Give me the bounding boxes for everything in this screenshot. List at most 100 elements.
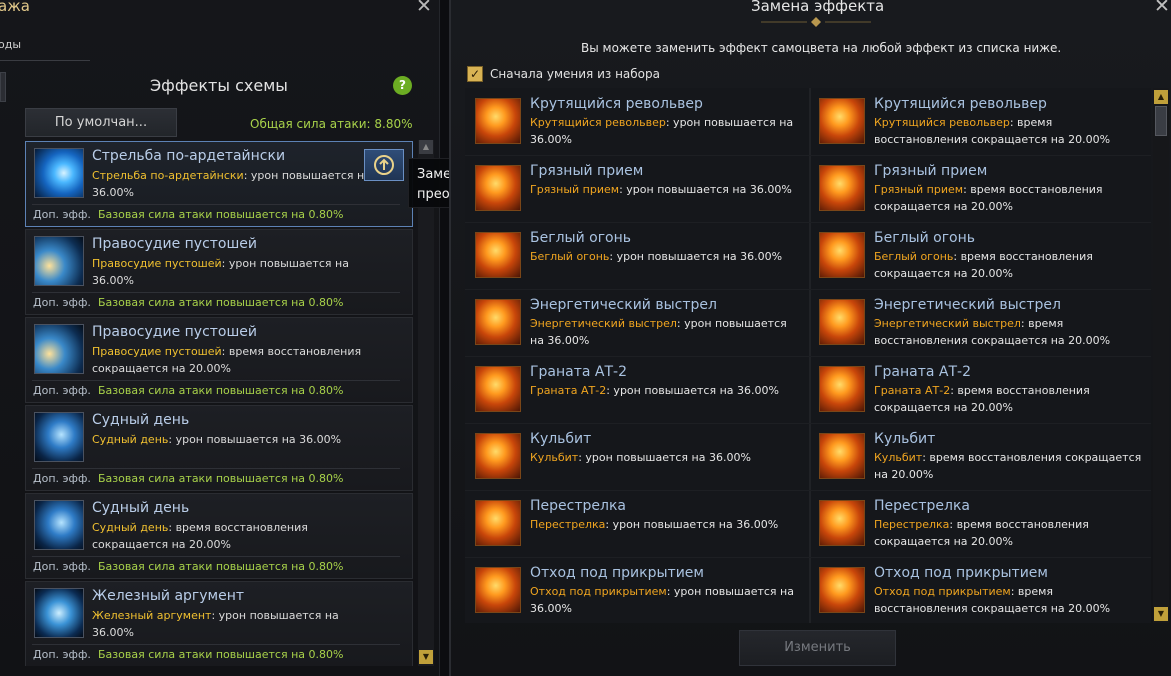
scroll-down-icon[interactable]: ▼ — [419, 650, 433, 664]
extra-effect-value: Базовая сила атаки повышается на 0.80% — [98, 472, 344, 485]
set-skills-first-checkbox[interactable]: ✓ Сначала умения из набора — [467, 66, 660, 82]
extra-effect-label: Доп. эфф. — [33, 208, 91, 221]
option-name: Кульбит — [874, 431, 936, 447]
scroll-down-icon[interactable]: ▼ — [1154, 607, 1168, 621]
scheme-effects-title: Эффекты схемы — [150, 76, 288, 95]
option-skill-name: Энергетический выстрел — [530, 317, 677, 330]
option-description: Кульбит: время восстановления сокращаетс… — [874, 449, 1146, 483]
effect-card[interactable]: Правосудие пустошей Правосудие пустошей:… — [25, 229, 413, 315]
option-name: Беглый огонь — [530, 230, 632, 246]
covered-retreat-skill-icon — [475, 567, 521, 613]
close-icon[interactable]: ✕ — [1154, 0, 1170, 17]
effect-card[interactable]: Стрельба по-ардетайнски Стрельба по-арде… — [25, 141, 413, 227]
effect-option[interactable]: Перестрелка Перестрелка: время восстанов… — [809, 490, 1149, 556]
help-icon[interactable]: ? — [393, 76, 412, 95]
option-skill-name: Кульбит — [530, 451, 579, 464]
effect-option[interactable]: Беглый огонь Беглый огонь: время восстан… — [809, 222, 1149, 288]
option-skill-name: Перестрелка — [874, 518, 950, 531]
default-preset-button[interactable]: По умолчан... — [25, 108, 177, 137]
effect-description: Судный день: время восстановления сокращ… — [92, 519, 372, 553]
close-icon[interactable]: ✕ — [416, 0, 432, 17]
tab-label[interactable]: оды — [0, 38, 21, 51]
effect-option[interactable]: Грязный прием Грязный прием: урон повыша… — [465, 155, 805, 221]
skill-icon — [34, 588, 84, 638]
effect-card[interactable]: Судный день Судный день: урон повышается… — [25, 405, 413, 491]
grenade-skill-icon — [819, 366, 865, 412]
option-name: Перестрелка — [530, 498, 626, 514]
effect-description: Правосудие пустошей: время восстановлени… — [92, 343, 372, 377]
effect-option[interactable]: Отход под прикрытием Отход под прикрытие… — [809, 557, 1149, 623]
skill-icon — [34, 148, 84, 198]
effect-skill-name: Правосудие пустошей — [92, 345, 222, 358]
effect-option[interactable]: Энергетический выстрел Энергетический вы… — [465, 289, 805, 355]
effect-option[interactable]: Перестрелка Перестрелка: урон повышается… — [465, 490, 805, 556]
effect-name: Правосудие пустошей — [92, 236, 258, 252]
option-skill-name: Перестрелка — [530, 518, 606, 531]
somersault-skill-icon — [475, 433, 521, 479]
effect-card[interactable]: Железный аргумент Железный аргумент: уро… — [25, 581, 413, 666]
checkbox-label: Сначала умения из набора — [490, 67, 660, 81]
effect-option[interactable]: Кульбит Кульбит: урон повышается на 36.0… — [465, 423, 805, 489]
effect-description: Судный день: урон повышается на 36.00% — [92, 431, 372, 448]
checkmark-icon[interactable]: ✓ — [467, 66, 483, 82]
effect-option[interactable]: Отход под прикрытием Отход под прикрытие… — [465, 557, 805, 623]
quick-fire-skill-icon — [475, 232, 521, 278]
effect-option[interactable]: Крутящийся револьвер Крутящийся револьве… — [809, 88, 1149, 154]
effect-option[interactable]: Энергетический выстрел Энергетический вы… — [809, 289, 1149, 355]
apply-change-button[interactable]: Изменить — [739, 630, 896, 666]
effect-name: Судный день — [92, 500, 190, 516]
effect-skill-name: Железный аргумент — [92, 609, 212, 622]
dirty-trick-skill-icon — [819, 165, 865, 211]
skill-icon — [34, 236, 84, 286]
option-description: Перестрелка: время восстановления сокращ… — [874, 516, 1146, 550]
option-description: Энергетический выстрел: урон повышается … — [530, 315, 802, 349]
option-name: Отход под прикрытием — [874, 565, 1048, 581]
extra-effect-label: Доп. эфф. — [33, 472, 91, 485]
option-name: Энергетический выстрел — [874, 297, 1061, 313]
option-name: Энергетический выстрел — [530, 297, 717, 313]
divider — [32, 644, 400, 645]
effect-option[interactable]: Крутящийся револьвер Крутящийся револьве… — [465, 88, 805, 154]
option-description: Крутящийся револьвер: время восстановлен… — [874, 114, 1146, 148]
option-skill-name: Граната АТ-2 — [874, 384, 951, 397]
effect-option[interactable]: Кульбит Кульбит: время восстановления со… — [809, 423, 1149, 489]
effect-card[interactable]: Правосудие пустошей Правосудие пустошей:… — [25, 317, 413, 403]
effect-card[interactable]: Судный день Судный день: время восстанов… — [25, 493, 413, 579]
option-skill-name: Грязный прием — [874, 183, 964, 196]
scroll-up-icon[interactable]: ▲ — [419, 140, 433, 154]
effect-option[interactable]: Граната АТ-2 Граната АТ-2: время восстан… — [809, 356, 1149, 422]
option-description: Беглый огонь: урон повышается на 36.00% — [530, 248, 802, 265]
side-tab-stub[interactable] — [0, 72, 6, 102]
effect-description: Железный аргумент: урон повышается на 36… — [92, 607, 372, 641]
scrollbar[interactable]: ▲ ▼ — [418, 140, 434, 666]
scrollbar[interactable]: ▲ ▼ — [1153, 88, 1169, 623]
option-skill-name: Беглый огонь — [530, 250, 610, 263]
revolver-skill-icon — [819, 98, 865, 144]
option-description: Перестрелка: урон повышается на 36.00% — [530, 516, 802, 533]
effect-description: Стрельба по-ардетайнски: урон повышается… — [92, 167, 372, 201]
effect-text: : урон повышается на 36.00% — [168, 433, 342, 446]
option-description: Беглый огонь: время восстановления сокра… — [874, 248, 1146, 282]
extra-effect-value: Базовая сила атаки повышается на 0.80% — [98, 648, 344, 661]
effect-option[interactable]: Граната АТ-2 Граната АТ-2: урон повышает… — [465, 356, 805, 422]
option-text: : урон повышается на 36.00% — [606, 384, 779, 397]
swap-effect-button[interactable] — [364, 149, 404, 181]
option-description: Граната АТ-2: время восстановления сокра… — [874, 382, 1146, 416]
effect-option[interactable]: Беглый огонь Беглый огонь: урон повышает… — [465, 222, 805, 288]
option-skill-name: Энергетический выстрел — [874, 317, 1021, 330]
scroll-up-icon[interactable]: ▲ — [1154, 90, 1168, 104]
option-name: Грязный прием — [530, 163, 644, 179]
effect-skill-name: Правосудие пустошей — [92, 257, 222, 270]
option-skill-name: Крутящийся револьвер — [530, 116, 666, 129]
extra-effect-value: Базовая сила атаки повышается на 0.80% — [98, 208, 344, 221]
effect-replace-dialog: Замена эффекта ✕ Вы можете заменить эффе… — [449, 0, 1171, 676]
option-description: Крутящийся револьвер: урон повышается на… — [530, 114, 802, 148]
option-text: : урон повышается на 36.00% — [578, 451, 751, 464]
dialog-title: Замена эффекта — [751, 0, 885, 15]
scroll-thumb[interactable] — [1155, 106, 1167, 136]
extra-effect-value: Базовая сила атаки повышается на 0.80% — [98, 384, 344, 397]
effect-option[interactable]: Грязный прием Грязный прием: время восст… — [809, 155, 1149, 221]
title-ornament-icon — [761, 17, 871, 27]
grenade-skill-icon — [475, 366, 521, 412]
divider — [32, 292, 400, 293]
